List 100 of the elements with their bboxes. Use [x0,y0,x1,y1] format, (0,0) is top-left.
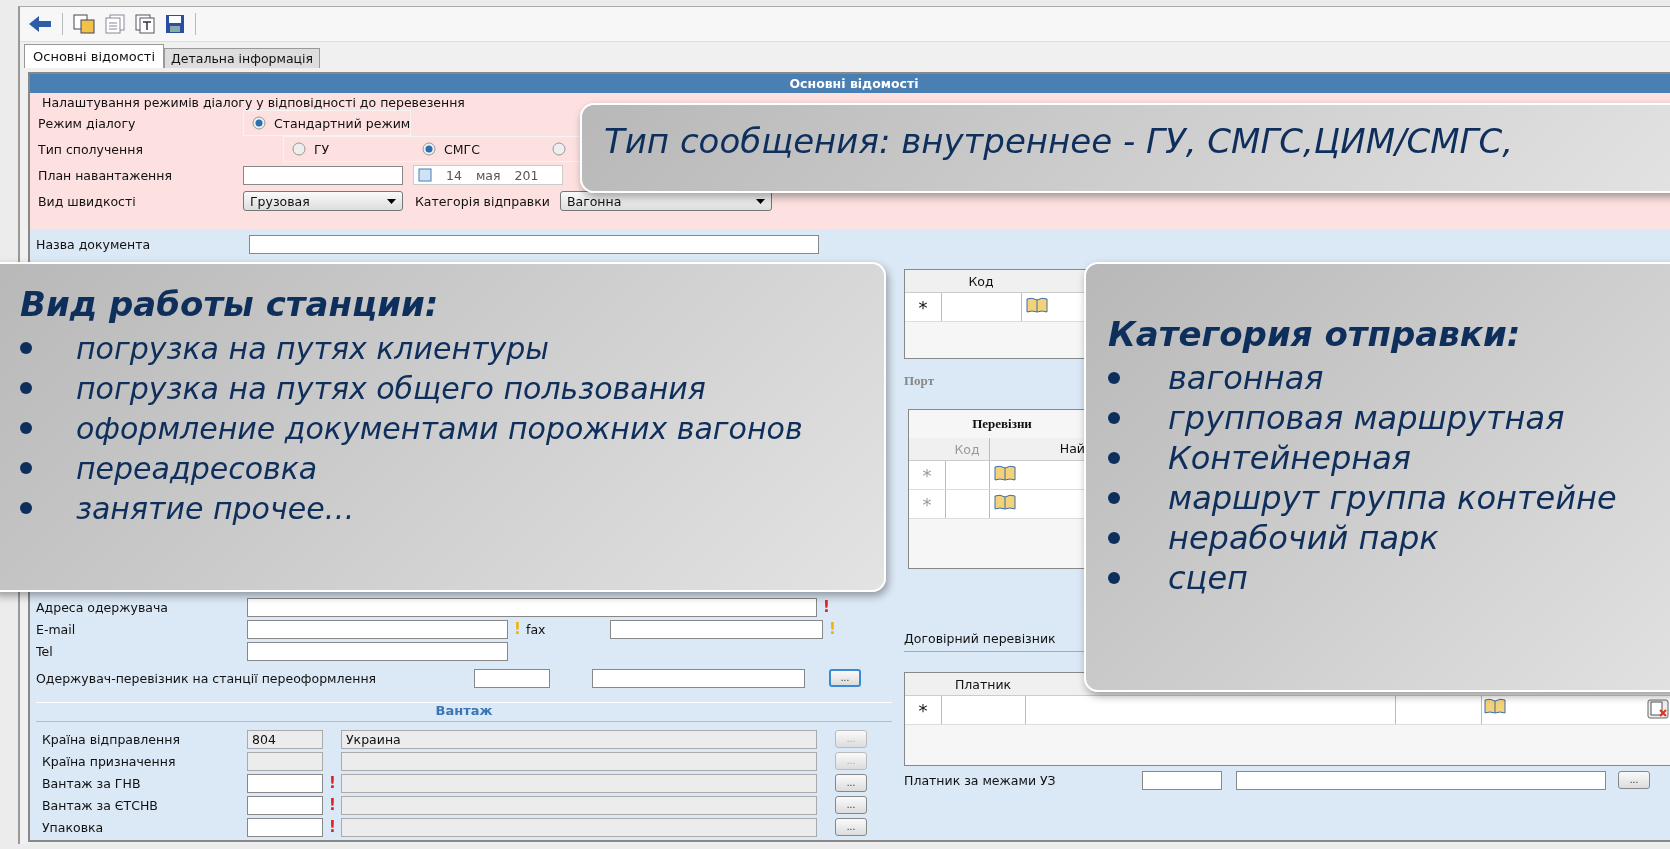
field-label: Вантаж за ГНВ [41,775,142,791]
browse-button[interactable]: ... [1618,771,1650,789]
bullet-icon [1108,532,1120,544]
list-item: занятие прочее… [76,490,355,526]
list-item: переадресовка [76,450,318,486]
field-label: fax [526,621,547,637]
new-row-marker: * [921,464,933,486]
text-field[interactable] [1236,770,1606,790]
field-label: Упаковка [41,819,105,835]
tab[interactable]: Основні відомості [24,44,165,68]
back-arrow-icon[interactable] [28,15,52,33]
book-icon[interactable] [1484,698,1506,714]
radio-button[interactable] [422,142,436,156]
text-field[interactable] [247,597,817,617]
field-label: Договірний перевізник [904,630,1056,646]
browse-button[interactable]: ... [835,796,867,814]
list-item: погрузка на путях общего пользования [76,370,706,406]
category-dropdown[interactable]: Вагонна [559,191,772,211]
radio-button[interactable] [292,142,306,156]
section-title: Вантаж [435,703,493,720]
callout-title: Вид работы станции: [20,284,440,324]
list-item: маршрут группа контейне [1168,479,1617,517]
browse-button[interactable]: ... [829,669,861,687]
bullet-icon [1108,492,1120,504]
bullet-icon [20,382,32,394]
dropdown-arrow-icon [755,198,765,204]
section-title: Основні відомості [30,74,1670,93]
save-icon[interactable] [165,14,185,34]
text-field[interactable] [243,165,403,185]
callout-title: Категория отправки: [1108,314,1522,354]
warning-mark: ! [829,621,835,637]
required-mark: ! [329,775,335,791]
field-label: Країна призначення [41,753,177,769]
text-field[interactable] [592,668,805,688]
name-field[interactable] [341,751,817,771]
speed-dropdown[interactable]: Грузовая [243,191,403,211]
column-header: Платник [953,676,1013,692]
code-field[interactable] [247,795,323,815]
list-item: нерабочий парк [1168,519,1439,557]
radio-button[interactable] [552,142,566,156]
bullet-icon [20,502,32,514]
radio-label[interactable]: ГУ [314,141,330,157]
field-label: Платник за межами УЗ [904,772,1057,788]
text-field[interactable] [247,619,508,639]
browse-button[interactable]: ... [835,774,867,792]
bullet-icon [1108,452,1120,464]
field-label: Tel [36,643,54,659]
tab[interactable]: Детальна інформація [164,48,321,68]
list-item: погрузка на путях клиентуры [76,330,550,366]
required-mark: ! [823,599,829,615]
required-mark: ! [329,819,335,835]
field-label: E-mail [36,621,77,637]
text-field[interactable] [247,641,508,661]
list-item: оформление документами порожних вагонов [76,410,803,446]
book-icon[interactable] [994,494,1016,510]
new-row-marker: * [917,296,929,318]
name-field[interactable] [341,817,817,837]
text-document-icon[interactable] [135,14,155,34]
delete-row-icon[interactable] [1647,698,1669,719]
field-label: План навантаження [38,167,173,183]
required-mark: ! [329,797,335,813]
warning-mark: ! [514,621,520,637]
radio-label[interactable]: СМГС [444,141,480,157]
text-field[interactable] [610,619,823,639]
book-icon[interactable] [1026,297,1048,313]
bullet-icon [20,462,32,474]
radio-button[interactable] [252,116,266,130]
group-legend: Налаштування режимів діалогу у відповідності до перевезення [38,95,1670,110]
code-field[interactable] [247,817,323,837]
list-item: вагонная [1168,359,1324,397]
field-label: Одержувач-перевізник на станції переоформлення [36,670,378,686]
name-field[interactable] [341,773,817,793]
name-field[interactable] [341,795,817,815]
field-label: Тип сполучення [38,141,144,157]
copy-document-icon[interactable] [73,14,95,34]
document-list-icon[interactable] [105,14,125,34]
list-item: Контейнерная [1168,439,1412,477]
text-field[interactable] [474,668,550,688]
text-field[interactable] [249,234,819,254]
date-field[interactable]: 14 мая 201 [413,165,563,185]
bullet-icon [20,342,32,354]
text-field[interactable] [1142,770,1222,790]
field-label: Вантаж за ЄТСНВ [41,797,159,813]
field-label: Порт [904,373,935,389]
checkbox[interactable] [418,168,432,182]
column-header: Код [967,273,995,289]
field-label: Назва документа [36,236,152,252]
list-item: сцеп [1168,559,1248,597]
field-label: Режим діалогу [38,115,137,131]
new-row-marker: * [917,699,929,721]
field-label: Вид швидкості [38,193,137,209]
browse-button[interactable]: ... [835,818,867,836]
list-item: групповая маршрутная [1168,399,1565,437]
dropdown-arrow-icon [387,198,396,204]
book-icon[interactable] [994,465,1016,481]
new-row-marker: * [921,493,933,515]
table-title: Перевізни [971,415,1033,433]
bullet-icon [1108,372,1120,384]
field-label: Категорія відправки [415,193,550,209]
code-field[interactable] [247,773,323,793]
